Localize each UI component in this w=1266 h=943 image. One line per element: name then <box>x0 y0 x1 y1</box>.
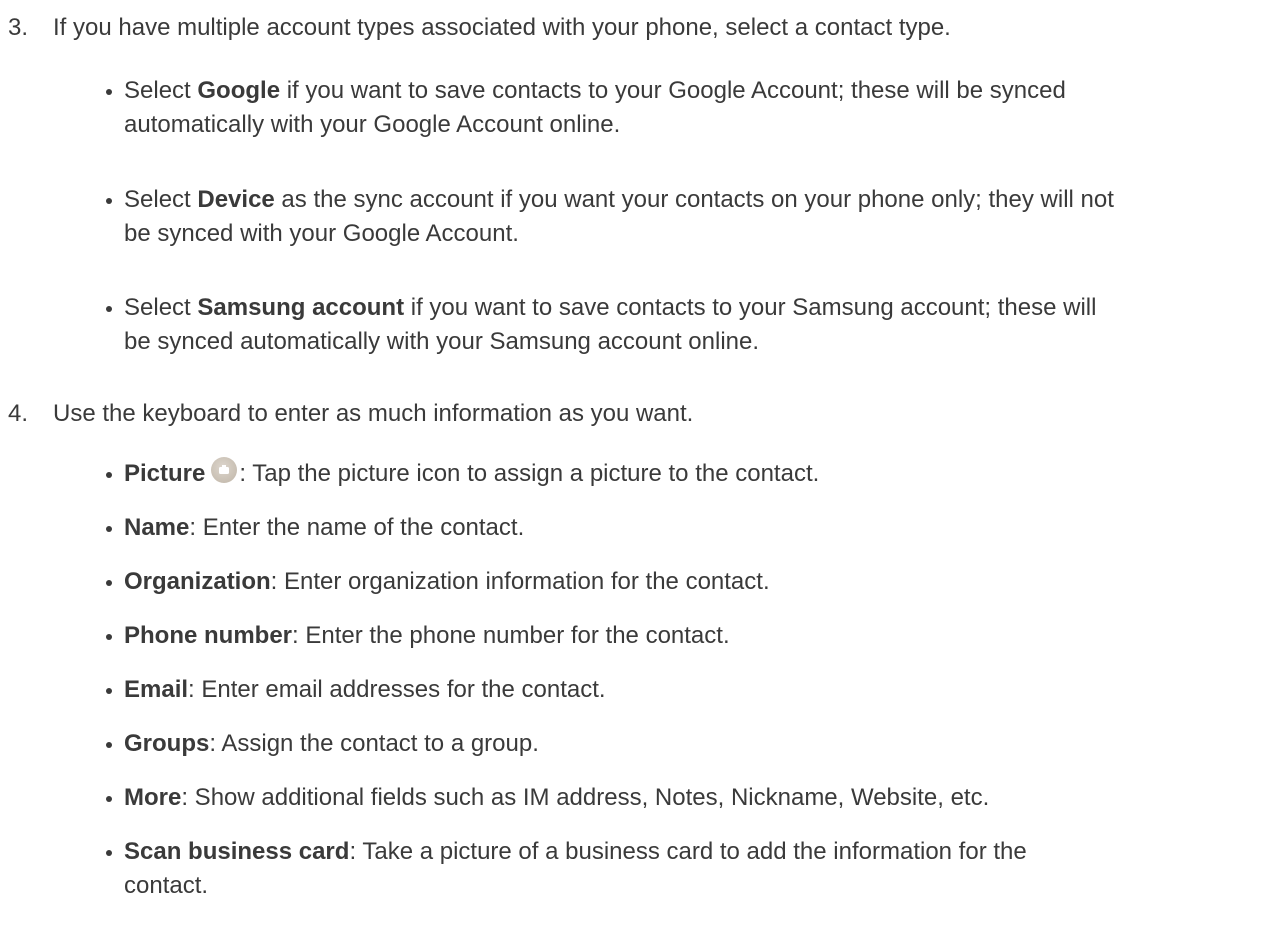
bullet-text: Scan business card: Take a picture of a … <box>124 835 1254 903</box>
account-type-label: Samsung account <box>197 294 405 321</box>
bullet-text: Email: Enter email addresses for the con… <box>124 673 1254 707</box>
camera-icon-body <box>219 467 230 474</box>
bullet-dot <box>106 850 112 856</box>
bullet-dot <box>106 688 112 694</box>
bullet-text: Picture : Tap the picture icon to assign … <box>124 457 1254 491</box>
field-description: : Enter organization information for the… <box>270 568 770 595</box>
step-number: 3. <box>8 14 29 41</box>
field-label: Groups <box>124 730 210 757</box>
bullet-text: More: Show additional fields such as IM … <box>124 781 1254 815</box>
bullet-text: Select Google if you want to save contac… <box>124 74 1254 142</box>
bullet-dot <box>106 89 112 95</box>
step-number: 4. <box>8 400 29 427</box>
bullet-text: Phone number: Enter the phone number for… <box>124 619 1254 653</box>
field-label: Phone number <box>124 622 293 649</box>
field-description: : Show additional fields such as IM addr… <box>181 784 990 811</box>
bullet-text: Organization: Enter organization informa… <box>124 565 1254 599</box>
bullet-dot <box>106 742 112 748</box>
bullet-line: Select Samsung account if you want to sa… <box>124 291 1254 325</box>
bullet-dot <box>106 526 112 532</box>
bullet-text: Name: Enter the name of the contact. <box>124 511 1254 545</box>
step-text: Use the keyboard to enter as much inform… <box>53 400 694 427</box>
bullet-text: Select Samsung account if you want to sa… <box>124 291 1254 359</box>
field-description: : Enter the name of the contact. <box>189 514 525 541</box>
text-prefix: Select <box>124 294 198 321</box>
field-description: : Enter email addresses for the contact. <box>188 676 606 703</box>
field-label: Organization <box>124 568 271 595</box>
bullet-line: automatically with your Google Account o… <box>124 111 621 138</box>
bullet-line: be synced with your Google Account. <box>124 220 519 247</box>
bullet-dot <box>106 580 112 586</box>
field-description: : Enter the phone number for the contact… <box>292 622 730 649</box>
field-label: Scan business card <box>124 838 350 865</box>
text-line: if you want to save contacts to your Sam… <box>404 294 1097 321</box>
bullet-line: Scan business card: Take a picture of a … <box>124 835 1254 869</box>
bullet-text: Select Device as the sync account if you… <box>124 183 1254 251</box>
text-prefix: Select <box>124 186 198 213</box>
step-text: If you have multiple account types assoc… <box>53 14 951 41</box>
account-type-label: Google <box>197 77 281 104</box>
bullet-line: contact. <box>124 872 209 899</box>
account-type-label: Device <box>197 186 275 213</box>
bullet-dot <box>106 634 112 640</box>
bullet-dot <box>106 198 112 204</box>
field-label: Name <box>124 514 190 541</box>
field-description: : Tap the picture icon to assign a pictu… <box>239 460 820 487</box>
field-label: More <box>124 784 182 811</box>
text-prefix: Select <box>124 77 198 104</box>
bullet-text: Groups: Assign the contact to a group. <box>124 727 1254 761</box>
field-description: : Assign the contact to a group. <box>209 730 539 757</box>
bullet-line: be synced automatically with your Samsun… <box>124 328 760 355</box>
bullet-dot <box>106 796 112 802</box>
text-line: as the sync account if you want your con… <box>274 186 1114 213</box>
field-description: : Take a picture of a business card to a… <box>349 838 1027 865</box>
camera-icon <box>211 457 238 483</box>
bullet-line: Select Google if you want to save contac… <box>124 74 1254 108</box>
bullet-line: Select Device as the sync account if you… <box>124 183 1254 217</box>
field-label: Email <box>124 676 189 703</box>
bullet-dot <box>106 472 112 478</box>
text-line: if you want to save contacts to your Goo… <box>280 77 1066 104</box>
bullet-dot <box>106 306 112 312</box>
field-label: Picture <box>124 460 206 487</box>
